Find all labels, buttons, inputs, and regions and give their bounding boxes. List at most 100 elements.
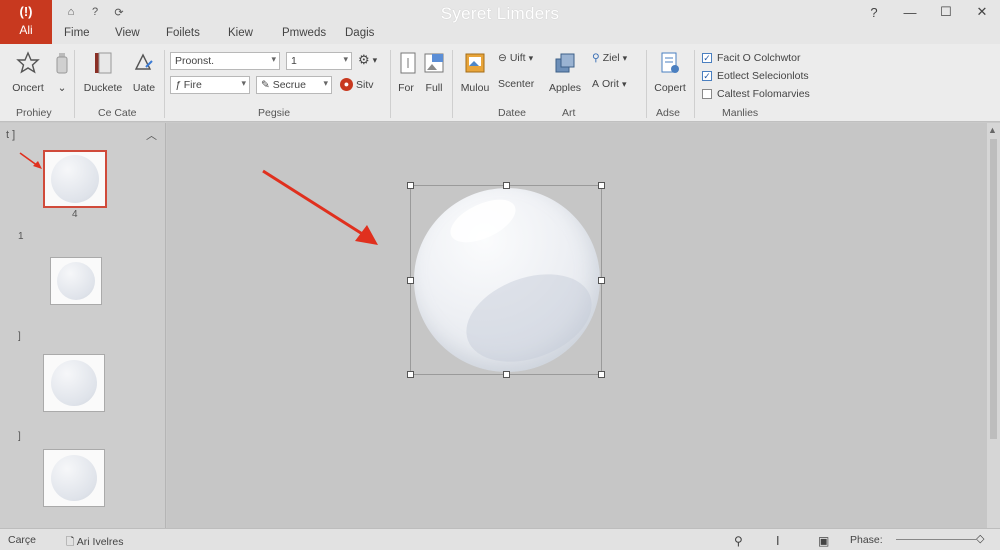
ribbon: Oncert ⌄ Prohiey Duckete Uate Ce Cate Pr… bbox=[0, 44, 1000, 122]
mulou-label: Mulou bbox=[460, 82, 490, 94]
slide-number: ] bbox=[18, 431, 21, 442]
resize-handle[interactable] bbox=[407, 371, 414, 378]
scroll-thumb[interactable] bbox=[990, 139, 997, 439]
checkbox-label: Eotlect Selecionlots bbox=[717, 70, 809, 82]
resize-handle[interactable] bbox=[407, 277, 414, 284]
chevron-down-icon: ▾ bbox=[241, 78, 246, 88]
slide-canvas[interactable] bbox=[167, 123, 987, 528]
group-label-cecate: Ce Cate bbox=[98, 107, 137, 119]
group-label-datee: Datee bbox=[498, 107, 527, 119]
file-tab[interactable]: (!) Ali bbox=[0, 0, 52, 44]
slide-thumbnail-2[interactable] bbox=[50, 257, 102, 305]
book-icon bbox=[89, 50, 117, 76]
checkbox-label: Facit O Colchwtor bbox=[717, 52, 801, 64]
resize-handle[interactable] bbox=[503, 182, 510, 189]
group-separator bbox=[390, 50, 391, 118]
resize-handle[interactable] bbox=[407, 182, 414, 189]
font-size-combo[interactable]: 1 ▾ bbox=[286, 52, 352, 70]
vertical-scrollbar[interactable]: ▲ bbox=[987, 123, 1000, 528]
close-icon[interactable]: ✕ bbox=[972, 2, 992, 22]
secrue-value: Secrue bbox=[272, 79, 306, 91]
uift-label: Uift bbox=[509, 52, 526, 64]
resize-handle[interactable] bbox=[503, 371, 510, 378]
sitv-label: Sitv bbox=[356, 78, 374, 91]
checkbox-facit[interactable]: ✓ Facit O Colchwtor bbox=[702, 52, 800, 64]
accessibility-icon[interactable]: ⚲ bbox=[734, 534, 743, 548]
checkbox-checked-icon: ✓ bbox=[702, 53, 712, 63]
mulou-button[interactable]: Mulou bbox=[456, 50, 494, 94]
uate-button[interactable]: Uate bbox=[128, 50, 160, 94]
settings-dropdown-button[interactable]: ⚙ ▾ bbox=[358, 52, 377, 68]
window-title: Syeret Limders bbox=[440, 4, 560, 23]
help-window-icon[interactable]: ? bbox=[864, 2, 884, 22]
slide-sorter-icon[interactable]: ▣ bbox=[818, 534, 829, 548]
orit-button[interactable]: A Orit ▾ bbox=[592, 78, 626, 90]
copert-label: Copert bbox=[654, 82, 686, 94]
fire-combo[interactable]: ƒ Fire ▾ bbox=[170, 76, 250, 94]
resize-handle[interactable] bbox=[598, 277, 605, 284]
font-name-combo[interactable]: Proonst. ▾ bbox=[170, 52, 280, 70]
full-button[interactable]: Full bbox=[420, 50, 448, 94]
selected-circle-shape[interactable] bbox=[407, 182, 605, 378]
file-tab-icon: (!) bbox=[19, 4, 33, 19]
checkbox-caltest[interactable]: ✓ Caltest Folomarvies bbox=[702, 88, 810, 100]
chevron-up-icon[interactable]: ︿ bbox=[146, 127, 157, 143]
apples-button[interactable]: Apples bbox=[544, 50, 586, 94]
tab-view[interactable]: View bbox=[115, 27, 140, 39]
for-label: For bbox=[398, 82, 414, 94]
copert-button[interactable]: Copert bbox=[650, 50, 690, 94]
annotation-arrow bbox=[262, 169, 378, 245]
minimize-icon[interactable]: — bbox=[900, 2, 920, 22]
oncert-button[interactable]: Oncert bbox=[8, 50, 48, 94]
apples-label: Apples bbox=[548, 82, 582, 94]
shapes-edit-icon bbox=[130, 50, 158, 76]
fit-slide-icon[interactable]: ◇ bbox=[976, 532, 984, 545]
panel-header: t ] bbox=[6, 129, 16, 141]
tab-fime[interactable]: Fime bbox=[64, 27, 90, 39]
slide-thumbnail-4[interactable] bbox=[43, 449, 105, 507]
chevron-down-icon: ▾ bbox=[528, 52, 534, 63]
uift-button[interactable]: ⊖ Uift ▾ bbox=[498, 52, 533, 64]
secrue-combo[interactable]: ✎ Secrue ▾ bbox=[256, 76, 332, 94]
ribbon-tabs: (!) Ali Fime View Foilets Kiew Pmweds Da… bbox=[0, 0, 1000, 44]
resize-handle[interactable] bbox=[598, 371, 605, 378]
tab-pmweds[interactable]: Pmweds bbox=[282, 27, 326, 39]
for-button[interactable]: For bbox=[394, 50, 418, 94]
checkbox-label: Caltest Folomarvies bbox=[717, 88, 810, 100]
ziel-button[interactable]: ⚲ Ziel ▾ bbox=[592, 52, 627, 64]
font-size-value: 1 bbox=[291, 55, 297, 67]
duckete-label: Duckete bbox=[83, 82, 123, 94]
slide-thumbnail-1[interactable] bbox=[43, 150, 107, 208]
group-label-adse: Adse bbox=[656, 107, 680, 119]
scroll-up-icon[interactable]: ▲ bbox=[988, 125, 997, 135]
group-separator bbox=[646, 50, 647, 118]
circle-shape-preview bbox=[51, 360, 97, 406]
bottle-button[interactable]: ⌄ bbox=[52, 50, 72, 94]
document-check-icon bbox=[656, 50, 684, 76]
duckete-button[interactable]: Duckete bbox=[78, 50, 128, 94]
full-label: Full bbox=[425, 82, 443, 94]
dropdown-caret-icon: ⌄ bbox=[57, 82, 67, 94]
presentation-app: ⌂ ? ⟳ Syeret Limders ? — ☐ ✕ (!) Ali Fim… bbox=[0, 0, 1000, 550]
page-icon bbox=[394, 50, 422, 76]
slide-number: ] bbox=[18, 331, 21, 342]
status-bar: Carçe 🗋 Ari Ivelres ⚲ Ⅰ ▣ Phase: ◇ bbox=[0, 528, 1000, 550]
slide-thumbnail-panel: t ] ︿ 4 1 ] ] bbox=[0, 123, 166, 528]
circle-shape[interactable] bbox=[414, 188, 600, 372]
zoom-slider[interactable] bbox=[896, 539, 976, 540]
tab-foilets[interactable]: Foilets bbox=[166, 27, 200, 39]
notes-toggle[interactable]: 🗋 Ari Ivelres bbox=[66, 534, 123, 550]
tab-dagis[interactable]: Dagis bbox=[345, 27, 374, 39]
slide-thumbnail-3[interactable] bbox=[43, 354, 105, 412]
picture-icon bbox=[420, 50, 448, 76]
italic-f-icon: ƒ bbox=[175, 79, 184, 91]
sitv-button[interactable]: ● Sitv bbox=[340, 78, 374, 91]
tab-kiew[interactable]: Kiew bbox=[228, 27, 253, 39]
scenter-button[interactable]: Scenter bbox=[498, 78, 534, 90]
scenter-label: Scenter bbox=[498, 78, 535, 90]
maximize-icon[interactable]: ☐ bbox=[936, 2, 956, 22]
checkbox-eotlect[interactable]: ✓ Eotlect Selecionlots bbox=[702, 70, 809, 82]
font-name-value: Proonst. bbox=[175, 55, 215, 67]
resize-handle[interactable] bbox=[598, 182, 605, 189]
reading-view-icon[interactable]: Ⅰ bbox=[776, 534, 780, 548]
